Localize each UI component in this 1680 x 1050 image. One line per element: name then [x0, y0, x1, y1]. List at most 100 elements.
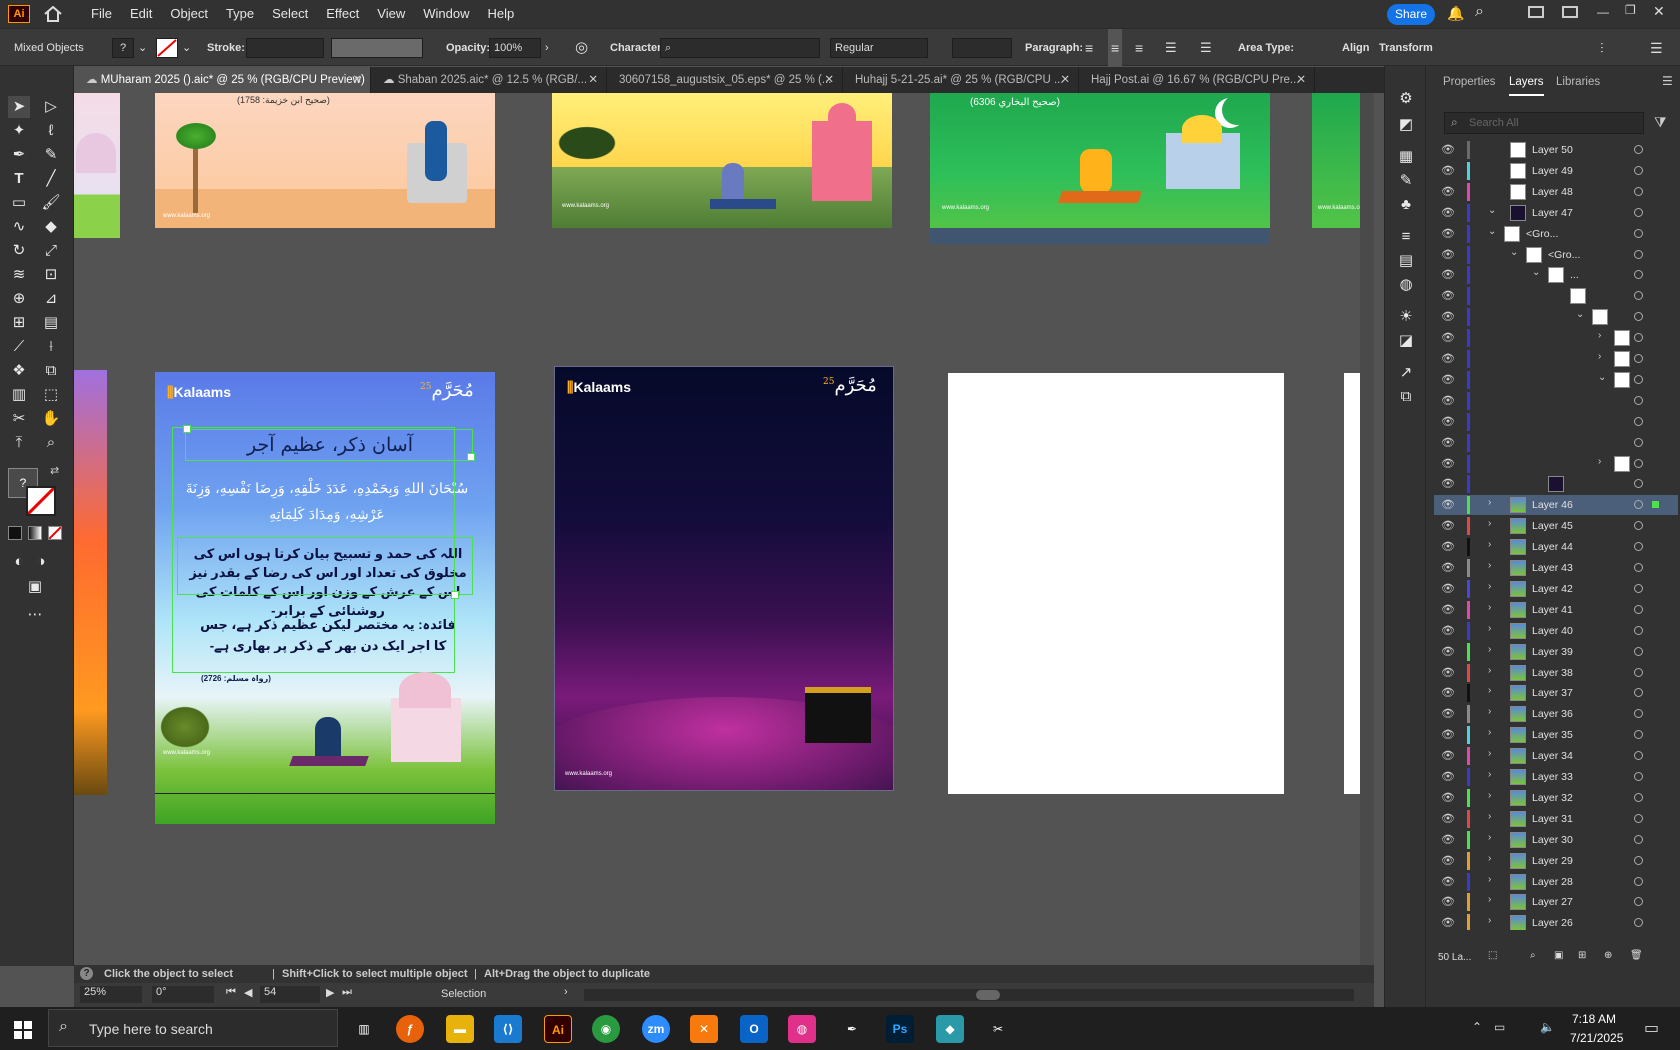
- network-icon[interactable]: ▭: [1494, 1020, 1505, 1034]
- new-layer-icon[interactable]: ⊕: [1604, 950, 1612, 961]
- layer-row[interactable]: 👁 ⌄ <Gro...: [1434, 224, 1678, 244]
- layer-row[interactable]: 👁 › Layer 41: [1434, 600, 1678, 620]
- tab-document[interactable]: 30607158_augustsix_05.eps* @ 25 % (... ✕: [607, 67, 843, 93]
- visibility-eye-icon[interactable]: 👁: [1441, 331, 1455, 344]
- close-icon[interactable]: ✕: [1060, 67, 1070, 93]
- measure-tool-icon[interactable]: ⟊: [40, 336, 62, 358]
- firefox-icon[interactable]: ƒ: [396, 1015, 424, 1043]
- target-circle-icon[interactable]: [1634, 479, 1643, 489]
- target-circle-icon[interactable]: [1634, 291, 1643, 301]
- visibility-eye-icon[interactable]: 👁: [1441, 645, 1455, 658]
- snipping-tool-icon[interactable]: ✂: [984, 1015, 1012, 1043]
- target-circle-icon[interactable]: [1634, 772, 1643, 781]
- slice-tool-icon[interactable]: ✂: [8, 408, 30, 430]
- chevron-down-icon[interactable]: ⌄: [1532, 267, 1540, 278]
- zoom-tool-icon[interactable]: ⌕: [40, 432, 62, 454]
- visibility-eye-icon[interactable]: 👁: [1441, 310, 1455, 323]
- arrange-documents-icon[interactable]: [1528, 6, 1544, 18]
- layer-name[interactable]: Layer 36: [1532, 708, 1573, 720]
- visibility-eye-icon[interactable]: 👁: [1441, 352, 1455, 365]
- bell-icon[interactable]: 🔔: [1447, 5, 1464, 22]
- target-circle-icon[interactable]: [1634, 458, 1643, 468]
- layer-row[interactable]: 👁 ⌄...: [1434, 265, 1678, 285]
- artboard-blank[interactable]: [948, 373, 1284, 794]
- layer-row[interactable]: 👁 › Layer 40: [1434, 621, 1678, 641]
- layer-name[interactable]: Layer 48: [1532, 186, 1573, 198]
- layer-row[interactable]: 👁 › Layer 37: [1434, 683, 1678, 703]
- draw-behind-icon[interactable]: ◑: [30, 551, 52, 573]
- target-circle-icon[interactable]: [1634, 834, 1643, 844]
- magic-wand-tool-icon[interactable]: ✦: [8, 120, 30, 142]
- layer-row[interactable]: 👁 › Layer 46: [1434, 495, 1678, 516]
- layer-row[interactable]: 👁 ›: [1434, 454, 1678, 474]
- layer-name[interactable]: Layer 35: [1532, 729, 1573, 741]
- lasso-tool-icon[interactable]: ℓ: [40, 120, 62, 142]
- windows-start-icon[interactable]: [14, 1021, 32, 1039]
- layer-row[interactable]: 👁 › Layer 29: [1434, 851, 1678, 871]
- layer-row[interactable]: 👁 ⌄ <Gro...: [1434, 245, 1678, 265]
- layer-name[interactable]: Layer 31: [1532, 813, 1573, 825]
- gradient-mode-icon[interactable]: [28, 526, 42, 540]
- symbol-sprayer-tool-icon[interactable]: ❖: [8, 360, 30, 382]
- new-sublayer-icon[interactable]: ⊞: [1578, 950, 1586, 961]
- chevron-right-icon[interactable]: ›: [1488, 623, 1491, 634]
- target-circle-icon[interactable]: [1634, 437, 1643, 447]
- chevron-right-icon[interactable]: ›: [1598, 351, 1601, 362]
- chevron-right-icon[interactable]: ›: [1598, 330, 1601, 341]
- target-circle-icon[interactable]: [1634, 270, 1643, 280]
- graphic-styles-panel-icon[interactable]: ◪: [1395, 330, 1417, 352]
- visibility-eye-icon[interactable]: 👁: [1441, 707, 1455, 720]
- sublayer-name[interactable]: <Gro...: [1526, 228, 1558, 240]
- layer-row[interactable]: 👁 › Layer 38: [1434, 663, 1678, 683]
- layer-name[interactable]: Layer 32: [1532, 792, 1573, 804]
- visibility-eye-icon[interactable]: 👁: [1441, 498, 1455, 511]
- layer-name[interactable]: Layer 42: [1532, 583, 1573, 595]
- opacity-input[interactable]: 100%: [489, 38, 541, 58]
- stroke-swatch[interactable]: [26, 486, 56, 516]
- layer-name[interactable]: Layer 40: [1532, 625, 1573, 637]
- chevron-right-icon[interactable]: ›: [1488, 581, 1491, 592]
- tab-properties[interactable]: Properties: [1443, 76, 1495, 88]
- paintbrush-tool-icon[interactable]: 🖌: [40, 192, 62, 214]
- layer-row[interactable]: 👁 Layer 50: [1434, 140, 1678, 160]
- target-circle-icon[interactable]: [1634, 563, 1643, 572]
- target-circle-icon[interactable]: [1634, 354, 1643, 363]
- visibility-eye-icon[interactable]: 👁: [1441, 686, 1455, 699]
- chevron-down-icon[interactable]: ⌄: [138, 29, 147, 67]
- target-circle-icon[interactable]: [1634, 500, 1643, 510]
- zoom-reset-icon[interactable]: ⤒: [8, 432, 30, 454]
- scale-tool-icon[interactable]: ⤢: [40, 240, 62, 262]
- layer-name[interactable]: Layer 38: [1532, 667, 1573, 679]
- transform-button[interactable]: Transform: [1379, 29, 1433, 67]
- zoom-select[interactable]: 25%: [80, 986, 142, 1003]
- chrome-icon[interactable]: ◉: [592, 1015, 620, 1043]
- artboard-tool-icon[interactable]: ⬚: [40, 384, 62, 406]
- tab-document[interactable]: Hajj Post.ai @ 16.67 % (RGB/CPU Pre... ✕: [1079, 67, 1315, 93]
- chevron-right-icon[interactable]: ›: [1488, 518, 1491, 529]
- home-icon[interactable]: [40, 0, 66, 28]
- chevron-right-icon[interactable]: ›: [1488, 853, 1491, 864]
- prev-artboard-icon[interactable]: ◀: [244, 986, 252, 999]
- color-mode-icon[interactable]: [8, 526, 22, 540]
- visibility-eye-icon[interactable]: 👁: [1441, 477, 1455, 490]
- layer-row[interactable]: 👁 Layer 49: [1434, 161, 1678, 181]
- target-circle-icon[interactable]: [1634, 228, 1643, 238]
- artboard-hadith-6306[interactable]: (صحيح البخاري 6306) www.kalaams.org: [930, 93, 1270, 228]
- chevron-down-icon[interactable]: ⌄: [182, 29, 191, 67]
- visibility-eye-icon[interactable]: 👁: [1441, 916, 1455, 929]
- chevron-right-icon[interactable]: ›: [1488, 665, 1491, 676]
- close-icon[interactable]: ✕: [588, 67, 598, 93]
- target-circle-icon[interactable]: [1634, 730, 1643, 740]
- layer-row[interactable]: 👁 › Layer 42: [1434, 579, 1678, 599]
- warp-tool-icon[interactable]: ≋: [8, 264, 30, 286]
- layer-row[interactable]: 👁 ⌄: [1434, 307, 1678, 327]
- chevron-right-icon[interactable]: ›: [1488, 644, 1491, 655]
- vertical-scrollbar[interactable]: [1360, 93, 1374, 965]
- visibility-eye-icon[interactable]: 👁: [1441, 268, 1455, 281]
- chevron-right-icon[interactable]: ›: [1488, 602, 1491, 613]
- visibility-eye-icon[interactable]: 👁: [1441, 603, 1455, 616]
- visibility-eye-icon[interactable]: 👁: [1441, 143, 1455, 156]
- pen-app-icon[interactable]: ✒: [838, 1015, 866, 1043]
- menu-file[interactable]: File: [82, 0, 121, 28]
- stroke-weight-input[interactable]: [246, 38, 324, 58]
